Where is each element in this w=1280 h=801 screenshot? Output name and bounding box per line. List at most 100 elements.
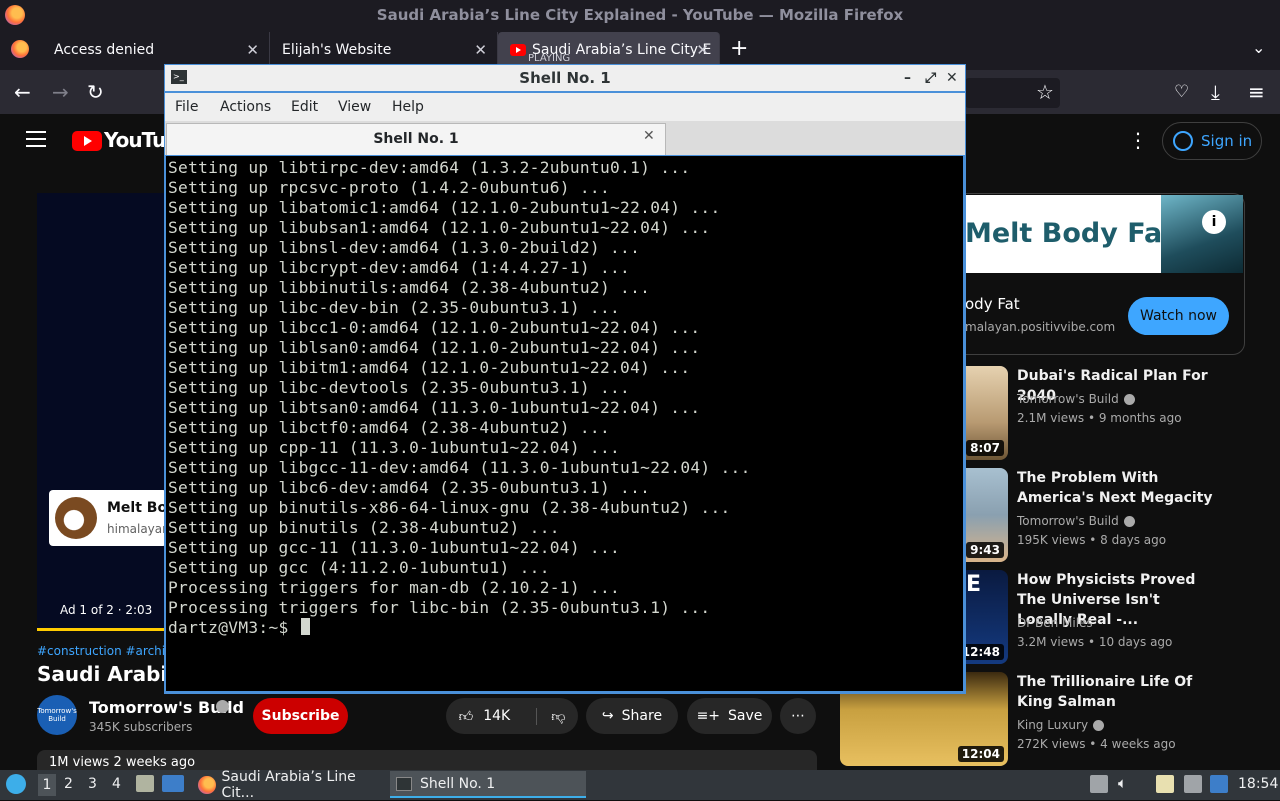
player-progress-bar[interactable] bbox=[37, 628, 167, 631]
recommendation-channel[interactable]: King Luxury bbox=[1017, 718, 1105, 732]
tab-elijahs-website[interactable]: Elijah's Website ✕ bbox=[270, 32, 498, 68]
bookmark-star-icon[interactable]: ☆ bbox=[1036, 80, 1054, 104]
youtube-logo-icon[interactable] bbox=[72, 131, 102, 151]
firefox-view-icon[interactable] bbox=[11, 40, 29, 58]
settings-kebab-icon[interactable]: ⋮ bbox=[1128, 128, 1148, 152]
terminal-title: Shell No. 1 bbox=[519, 69, 611, 87]
terminal-line: Setting up libtirpc-dev:amd64 (1.3.2-2ub… bbox=[168, 158, 691, 177]
file-manager-icon[interactable] bbox=[136, 775, 154, 792]
menu-file[interactable]: File bbox=[175, 99, 198, 115]
list-all-tabs-icon[interactable]: ⌄ bbox=[1252, 38, 1265, 57]
terminal-line: Setting up libgcc-11-dev:amd64 (11.3.0-1… bbox=[168, 458, 751, 477]
menu-icon[interactable]: ≡ bbox=[1248, 80, 1265, 104]
coconut-ad-image bbox=[55, 497, 97, 539]
tray-notes-icon[interactable] bbox=[1156, 775, 1174, 793]
ad-banner-text: Melt Body Fat bbox=[965, 218, 1176, 249]
tab-youtube-active[interactable]: Saudi Arabia’s Line City E PLAYING ✕ bbox=[498, 32, 720, 68]
terminal-prompt-line[interactable]: dartz@VM3:~$ bbox=[168, 618, 958, 638]
workspace-2[interactable]: 2 bbox=[64, 776, 73, 792]
recommendation-channel[interactable]: Tomorrow's Build bbox=[1017, 392, 1135, 406]
share-icon: ↪ bbox=[601, 708, 614, 724]
tray-update-icon[interactable] bbox=[1210, 775, 1228, 793]
forward-icon[interactable]: → bbox=[52, 80, 69, 104]
verified-check-icon bbox=[1123, 394, 1135, 405]
app-launcher-icon[interactable] bbox=[6, 774, 26, 794]
sign-in-button[interactable]: Sign in bbox=[1162, 122, 1262, 160]
workspace-3[interactable]: 3 bbox=[88, 776, 97, 792]
more-actions-button[interactable]: ⋯ bbox=[780, 698, 816, 734]
terminal-line: Setting up gcc-11 (11.3.0-1ubuntu1~22.04… bbox=[168, 538, 621, 557]
menu-edit[interactable]: Edit bbox=[291, 99, 318, 115]
thumbs-down-icon[interactable]: 👎︎ bbox=[536, 707, 565, 725]
ad-counter: Ad 1 of 2 · 2:03 bbox=[60, 603, 153, 617]
video-hashtags[interactable]: #construction #archited bbox=[37, 644, 185, 658]
volume-icon[interactable]: 🔈︎ bbox=[1118, 774, 1127, 792]
hamburger-menu-icon[interactable] bbox=[26, 131, 46, 152]
terminal-lines: Setting up libtirpc-dev:amd64 (1.3.2-2ub… bbox=[168, 158, 958, 638]
tab-label: Access denied bbox=[54, 42, 155, 58]
video-duration: 9:43 bbox=[966, 542, 1004, 558]
close-icon[interactable]: ✕ bbox=[474, 41, 487, 59]
info-icon[interactable]: i bbox=[1202, 210, 1226, 234]
description-box[interactable]: 1M views 2 weeks ago bbox=[37, 750, 817, 770]
close-icon[interactable]: ✕ bbox=[946, 70, 958, 86]
recommendation-meta: 195K views • 8 days ago bbox=[1017, 533, 1167, 547]
recommendation-meta: 3.2M views • 10 days ago bbox=[1017, 635, 1173, 649]
tab-access-denied[interactable]: Access denied ✕ bbox=[42, 32, 270, 68]
sign-in-label: Sign in bbox=[1201, 132, 1253, 150]
close-icon[interactable]: ✕ bbox=[696, 41, 709, 59]
player-ad-url: himalayan bbox=[107, 522, 170, 536]
recommendation-channel[interactable]: Dr Ben Miles bbox=[1017, 616, 1093, 630]
subscribe-button[interactable]: Subscribe bbox=[253, 698, 348, 734]
minimize-icon[interactable]: – bbox=[904, 70, 911, 86]
task-firefox[interactable]: Saudi Arabia’s Line Cit... bbox=[192, 768, 388, 801]
like-button[interactable]: 👍︎ 14K 👎︎ bbox=[446, 698, 578, 734]
ad-banner-photo bbox=[1161, 195, 1243, 273]
close-tab-icon[interactable]: ✕ bbox=[643, 128, 655, 144]
watch-now-button[interactable]: Watch now bbox=[1128, 297, 1229, 335]
firefox-icon bbox=[198, 775, 216, 794]
task-shell[interactable]: Shell No. 1 bbox=[390, 771, 586, 798]
channel-label: Tomorrow's Build bbox=[1017, 514, 1119, 528]
workspace-4[interactable]: 4 bbox=[112, 776, 121, 792]
tray-clipboard-icon[interactable] bbox=[1090, 775, 1108, 793]
maximize-icon[interactable]: ⤢ bbox=[925, 70, 936, 86]
clock[interactable]: 18:54 bbox=[1238, 776, 1278, 792]
video-player[interactable] bbox=[37, 193, 167, 631]
reload-icon[interactable]: ↻ bbox=[87, 80, 104, 104]
terminal-line: Setting up cpp-11 (11.3.0-1ubuntu1~22.04… bbox=[168, 438, 621, 457]
workspace-1[interactable]: 1 bbox=[38, 774, 56, 796]
terminal-line: Setting up libatomic1:amd64 (12.1.0-2ubu… bbox=[168, 198, 721, 217]
share-button[interactable]: ↪ Share bbox=[586, 698, 678, 734]
downloads-icon[interactable]: ⤓ bbox=[1211, 80, 1220, 104]
menu-view[interactable]: View bbox=[338, 99, 371, 115]
task-label: Saudi Arabia’s Line Cit... bbox=[221, 768, 356, 801]
channel-label: Dr Ben Miles bbox=[1017, 616, 1093, 630]
subscriber-count: 345K subscribers bbox=[89, 720, 193, 734]
ad-title: ody Fat bbox=[965, 295, 1020, 313]
ad-url: malayan.positivvibe.com bbox=[965, 320, 1116, 334]
terminal-tab[interactable]: Shell No. 1 bbox=[166, 123, 666, 155]
recommendation-title[interactable]: The Problem With America's Next Megacity bbox=[1017, 468, 1217, 508]
terminal-line: Setting up libc-dev-bin (2.35-0ubuntu3.1… bbox=[168, 298, 621, 317]
back-icon[interactable]: ← bbox=[14, 80, 31, 104]
task-label: Shell No. 1 bbox=[420, 775, 496, 792]
recommendation-title[interactable]: The Trillionaire Life Of King Salman bbox=[1017, 672, 1217, 712]
user-icon bbox=[1173, 131, 1193, 151]
description-preview: 1M views 2 weeks ago bbox=[49, 755, 196, 770]
video-duration: 12:04 bbox=[957, 746, 1004, 762]
video-duration: 8:07 bbox=[966, 440, 1004, 456]
new-tab-icon[interactable]: + bbox=[730, 36, 748, 61]
channel-label: Tomorrow's Build bbox=[1017, 392, 1119, 406]
channel-avatar[interactable]: Tomorrow's Build bbox=[37, 695, 77, 735]
recommendation-channel[interactable]: Tomorrow's Build bbox=[1017, 514, 1135, 528]
menu-actions[interactable]: Actions bbox=[220, 99, 271, 115]
show-desktop-icon[interactable] bbox=[162, 775, 184, 792]
terminal-icon bbox=[396, 776, 412, 791]
tab-playing-status: PLAYING bbox=[528, 53, 571, 64]
save-button[interactable]: ≡+ Save bbox=[687, 698, 772, 734]
close-icon[interactable]: ✕ bbox=[246, 41, 259, 59]
tray-network-icon[interactable] bbox=[1184, 775, 1202, 793]
pocket-icon[interactable]: ♡ bbox=[1174, 82, 1189, 102]
menu-help[interactable]: Help bbox=[392, 99, 424, 115]
